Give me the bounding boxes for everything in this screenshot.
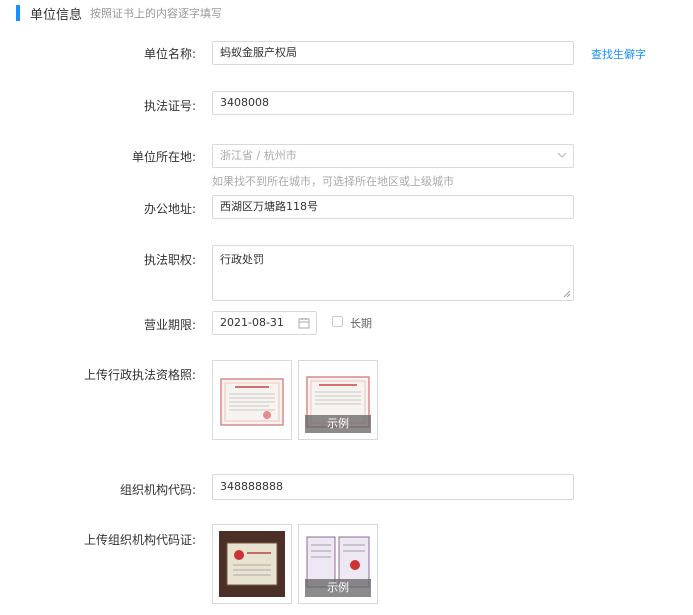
office-address-label: 办公地址: [143, 202, 196, 216]
org-cert-upload[interactable] [212, 524, 292, 604]
org-cert-thumbnail [219, 531, 285, 597]
upload-org-cert-label: 上传组织机构代码证: [83, 533, 196, 547]
license-example-label: 示例 [305, 415, 371, 433]
section-accent-bar [16, 5, 20, 21]
long-term-checkbox[interactable] [332, 316, 343, 327]
location-value: 浙江省 / 杭州市 [220, 149, 297, 162]
authority-label: 执法职权: [143, 253, 196, 267]
authority-textarea[interactable]: 行政处罚 [212, 245, 574, 301]
chevron-down-icon [557, 152, 567, 158]
calendar-icon [298, 318, 310, 329]
unit-name-input[interactable]: 蚂蚁金服产权局 [212, 41, 574, 65]
org-cert-example[interactable]: 示例 [298, 524, 378, 604]
authority-value: 行政处罚 [220, 253, 264, 266]
business-term-label: 营业期限: [143, 318, 196, 332]
resize-grip-icon[interactable] [563, 290, 571, 298]
section-subtitle: 按照证书上的内容逐字填写 [90, 7, 223, 20]
location-hint: 如果找不到所在城市，可选择所在地区或上级城市 [212, 175, 454, 188]
office-address-input[interactable]: 西湖区万塘路118号 [212, 195, 574, 219]
license-no-input[interactable]: 3408008 [212, 91, 574, 115]
business-term-value: 2021-08-31 [220, 316, 284, 329]
org-code-label: 组织机构代码: [119, 483, 196, 497]
unit-name-label: 单位名称: [143, 47, 196, 61]
location-label: 单位所在地: [131, 150, 196, 164]
license-no-label: 执法证号: [143, 99, 196, 113]
long-term-label: 长期 [350, 317, 372, 330]
upload-license-label: 上传行政执法资格照: [83, 368, 196, 382]
license-photo-example[interactable]: 示例 [298, 360, 378, 440]
location-select[interactable]: 浙江省 / 杭州市 [212, 144, 574, 168]
find-rare-char-link[interactable]: 查找生僻字 [591, 46, 646, 62]
license-photo-thumbnail [220, 378, 284, 426]
business-term-date-input[interactable]: 2021-08-31 [212, 311, 317, 335]
section-header: 单位信息 按照证书上的内容逐字填写 [16, 4, 223, 23]
license-photo-upload[interactable] [212, 360, 292, 440]
org-code-input[interactable]: 348888888 [212, 474, 574, 500]
section-title: 单位信息 [30, 7, 83, 23]
org-cert-example-label: 示例 [305, 579, 371, 597]
